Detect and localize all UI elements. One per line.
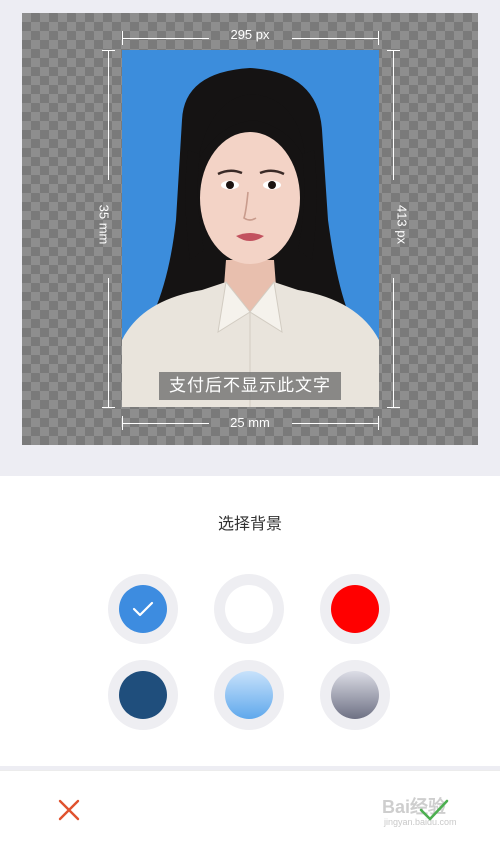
check-icon [419, 799, 449, 821]
background-option-blue-gradient[interactable] [214, 660, 284, 730]
dimension-tick-right-top [387, 50, 400, 51]
transparent-canvas: 295 px 35 mm 413 px 25 mm 支付后不显示此文字 [22, 13, 478, 445]
check-icon [119, 585, 167, 633]
background-option-gray-gradient[interactable] [320, 660, 390, 730]
unpaid-watermark-caption: 支付后不显示此文字 [159, 372, 341, 400]
mm-width-label: 25 mm [230, 415, 270, 430]
swatch-fill [331, 671, 379, 719]
dimension-tick-left-bottom [102, 407, 115, 408]
pixel-height-label: 413 px [394, 204, 410, 245]
background-option-dark-blue[interactable] [108, 660, 178, 730]
background-option-blue[interactable] [108, 574, 178, 644]
background-picker-sheet: 选择背景 [0, 476, 500, 766]
swatch-fill [119, 671, 167, 719]
dimension-tick-left-top [102, 50, 115, 51]
swatch-fill [331, 585, 379, 633]
swatch-fill [225, 671, 273, 719]
portrait-illustration [122, 68, 379, 407]
dimension-line-left-top [108, 50, 109, 180]
dimension-line-right-bottom [393, 278, 394, 407]
swatch-fill [225, 585, 273, 633]
background-option-white[interactable] [214, 574, 284, 644]
app-root: 295 px 35 mm 413 px 25 mm 支付后不显示此文字 选择背景… [0, 0, 500, 844]
close-button[interactable] [52, 793, 86, 827]
sheet-title: 选择背景 [217, 514, 282, 533]
pixel-width-label: 295 px [230, 27, 270, 42]
bottom-action-bar: Bai经验 jingyan.baidu.com [0, 770, 500, 844]
dimension-tick-right-bottom [387, 407, 400, 408]
photo-preview-area: 295 px 35 mm 413 px 25 mm 支付后不显示此文字 [0, 0, 500, 476]
swatch-fill [119, 585, 167, 633]
confirm-button[interactable] [418, 797, 450, 823]
id-photo: 支付后不显示此文字 [122, 50, 379, 407]
mm-height-label: 35 mm [96, 204, 112, 245]
x-icon [58, 799, 80, 821]
dimension-line-left-bottom [108, 278, 109, 407]
dimension-line-right-top [393, 50, 394, 180]
background-option-red[interactable] [320, 574, 390, 644]
